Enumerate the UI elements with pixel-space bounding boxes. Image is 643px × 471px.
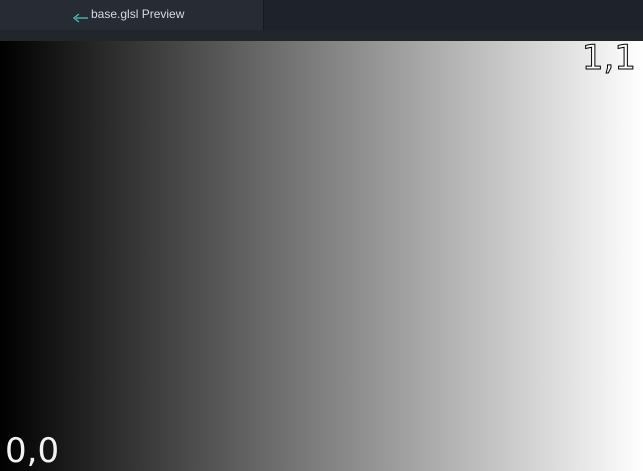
tab-base-glsl-preview[interactable]: base.glsl Preview — [0, 0, 264, 30]
tab-bar: base.glsl Preview — [0, 0, 643, 30]
tab-bar-empty-area — [264, 0, 643, 30]
tab-divider — [0, 30, 643, 41]
shader-preview-canvas: 1,1 0,0 — [0, 41, 643, 471]
tab-title: base.glsl Preview — [91, 7, 185, 21]
coordinate-label-origin: 0,0 — [5, 431, 60, 471]
glsl-file-icon — [72, 10, 89, 23]
coordinate-label-max: 1,1 — [581, 38, 636, 78]
